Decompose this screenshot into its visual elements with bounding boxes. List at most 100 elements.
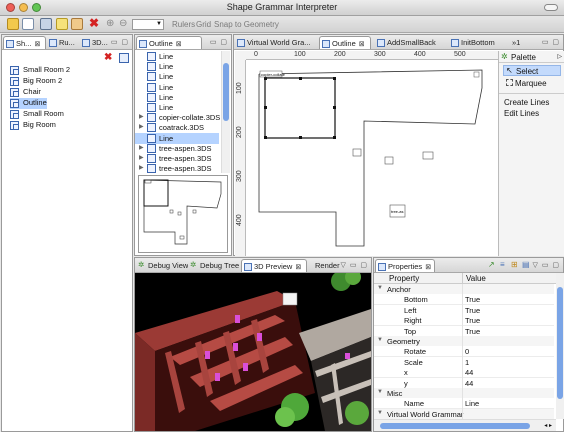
add-shape-icon[interactable]: [119, 53, 129, 63]
shape-list-item[interactable]: Small Room 2: [10, 65, 70, 76]
tab-3d[interactable]: 3D...: [80, 36, 110, 49]
property-group-row[interactable]: ▼ Anchor: [374, 284, 554, 295]
shape-list-item[interactable]: Big Room: [10, 120, 56, 131]
tab-outline[interactable]: Outline ⊠: [136, 36, 202, 49]
tab-3d-preview[interactable]: 3D Preview ⊠: [241, 259, 307, 272]
collapse-triangle-icon[interactable]: ▼: [377, 285, 383, 291]
property-row[interactable]: Right True: [374, 315, 554, 327]
shape-list-item[interactable]: Small Room: [10, 109, 64, 120]
panel-minmax-icon[interactable]: ▽ ▭ ▢: [340, 261, 368, 269]
panel-minmax-icon[interactable]: ▭ ▢: [111, 38, 129, 46]
property-value[interactable]: Line: [465, 399, 479, 408]
property-row[interactable]: Top True: [374, 325, 554, 337]
pin-icon[interactable]: ↗: [488, 260, 495, 269]
filter-icon[interactable]: ≡: [500, 260, 505, 269]
3d-scene: [135, 273, 371, 431]
panel-minmax-icon[interactable]: ▭ ▢: [542, 38, 560, 46]
drawing-canvas[interactable]: copier-collate tree-as: [246, 60, 498, 256]
save-icon[interactable]: [40, 18, 52, 30]
tab-debug-tree[interactable]: ✲ Debug Tree: [188, 259, 241, 272]
outline-thumbnail[interactable]: [138, 175, 228, 253]
collapse-triangle-icon[interactable]: ▼: [377, 389, 383, 395]
palette-header[interactable]: ✲ Palette ▷: [499, 51, 564, 63]
property-row[interactable]: Scale 1: [374, 356, 554, 368]
scroll-arrows-icon[interactable]: ◂ ▸: [544, 422, 552, 429]
tab-asb-label: AddSmallBack: [387, 38, 436, 47]
select-tool[interactable]: ↖ Select: [503, 65, 561, 76]
close-icon[interactable]: ⊠: [34, 41, 40, 48]
properties-vscrollbar[interactable]: [556, 273, 564, 419]
tab-debug-view[interactable]: ✲ Debug View: [136, 259, 188, 272]
property-value[interactable]: 1: [465, 358, 469, 367]
property-value[interactable]: 0: [465, 347, 469, 356]
expand-triangle-icon[interactable]: ▶: [139, 154, 144, 161]
panel-minmax-icon[interactable]: ▭ ▢: [210, 38, 228, 46]
new-file-icon[interactable]: [22, 18, 34, 30]
property-row[interactable]: Left True: [374, 304, 554, 316]
collapse-triangle-icon[interactable]: ▼: [377, 337, 383, 343]
property-row[interactable]: Rotate 0: [374, 346, 554, 358]
tab-properties[interactable]: Properties ⊠: [375, 259, 435, 272]
zoom-out-icon[interactable]: ⊖: [119, 18, 131, 30]
properties-vscroll-thumb[interactable]: [557, 287, 563, 399]
zoom-in-icon[interactable]: ⊕: [106, 18, 118, 30]
grid-toggle[interactable]: Grid: [196, 20, 211, 29]
open-folder-icon[interactable]: [7, 18, 19, 30]
property-group-row[interactable]: ▼ Geometry: [374, 336, 554, 347]
shapes-tab-icon: [6, 40, 14, 48]
defaults-icon[interactable]: ▤: [522, 260, 530, 269]
close-icon[interactable]: ⊠: [295, 264, 301, 271]
marquee-tool[interactable]: Marquee: [503, 78, 561, 89]
palette-collapse-icon[interactable]: ▷: [557, 53, 562, 60]
property-name: Misc: [387, 389, 403, 398]
expand-triangle-icon[interactable]: ▶: [139, 144, 144, 151]
tab-shapes[interactable]: Sh... ⊠: [3, 36, 46, 49]
expand-triangle-icon[interactable]: ▶: [139, 123, 144, 130]
property-value[interactable]: 44: [465, 368, 473, 377]
outline-item[interactable]: ▶ tree-aspen.3DS: [135, 163, 219, 174]
property-value[interactable]: True: [465, 306, 480, 315]
toolbar-toggle-button[interactable]: [544, 4, 558, 11]
snap-toggle[interactable]: Snap to Geometry: [214, 20, 279, 29]
property-value[interactable]: 44: [465, 379, 473, 388]
tab-outline-editor[interactable]: Outline ⊠: [319, 36, 371, 49]
close-icon[interactable]: ⊠: [176, 41, 182, 48]
check-icon[interactable]: [56, 18, 68, 30]
ib-tab-icon: [451, 39, 459, 47]
tab-rules[interactable]: Ru...: [47, 36, 79, 49]
create-lines-tool[interactable]: Create Lines: [504, 98, 549, 107]
property-value[interactable]: True: [465, 327, 480, 336]
outline-scrollbar[interactable]: [221, 51, 230, 173]
rulers-toggle[interactable]: Rulers: [172, 20, 195, 29]
close-icon[interactable]: ⊠: [425, 264, 431, 271]
panel-minmax-icon[interactable]: ▽ ▭ ▢: [532, 261, 560, 269]
properties-hscrollbar[interactable]: ◂ ▸: [374, 419, 556, 431]
remove-shape-icon[interactable]: ✖: [104, 52, 112, 63]
tab-initbottom[interactable]: InitBottom: [449, 36, 505, 49]
expand-triangle-icon[interactable]: ▶: [139, 113, 144, 120]
shape-list-item[interactable]: Chair: [10, 87, 41, 98]
close-icon[interactable]: ⊠: [359, 41, 365, 48]
property-value[interactable]: True: [465, 295, 480, 304]
tab-addsmallback[interactable]: AddSmallBack: [375, 36, 445, 49]
property-row[interactable]: Name Line: [374, 398, 554, 410]
tab-overflow[interactable]: »1: [508, 36, 530, 49]
tab-virtual-world[interactable]: Virtual World Gra...: [235, 36, 315, 49]
property-value[interactable]: True: [465, 316, 480, 325]
tag-icon[interactable]: [71, 18, 83, 30]
collapse-triangle-icon[interactable]: ▼: [377, 410, 383, 416]
property-group-row[interactable]: ▼ Misc: [374, 388, 554, 399]
zoom-select[interactable]: ▼: [132, 19, 164, 30]
categories-icon[interactable]: ⊞: [511, 260, 518, 269]
expand-triangle-icon[interactable]: ▶: [139, 164, 144, 171]
property-row[interactable]: x 44: [374, 367, 554, 379]
edit-lines-tool[interactable]: Edit Lines: [504, 109, 539, 118]
property-row[interactable]: y 44: [374, 377, 554, 389]
properties-hscroll-thumb[interactable]: [380, 423, 530, 429]
delete-icon[interactable]: ✖: [88, 17, 100, 30]
property-row[interactable]: Bottom True: [374, 294, 554, 306]
outline-scroll-thumb[interactable]: [223, 63, 229, 121]
shape-list-item[interactable]: Outline: [10, 98, 47, 109]
3d-render-view[interactable]: [135, 273, 371, 431]
shape-list-item[interactable]: Big Room 2: [10, 76, 62, 87]
